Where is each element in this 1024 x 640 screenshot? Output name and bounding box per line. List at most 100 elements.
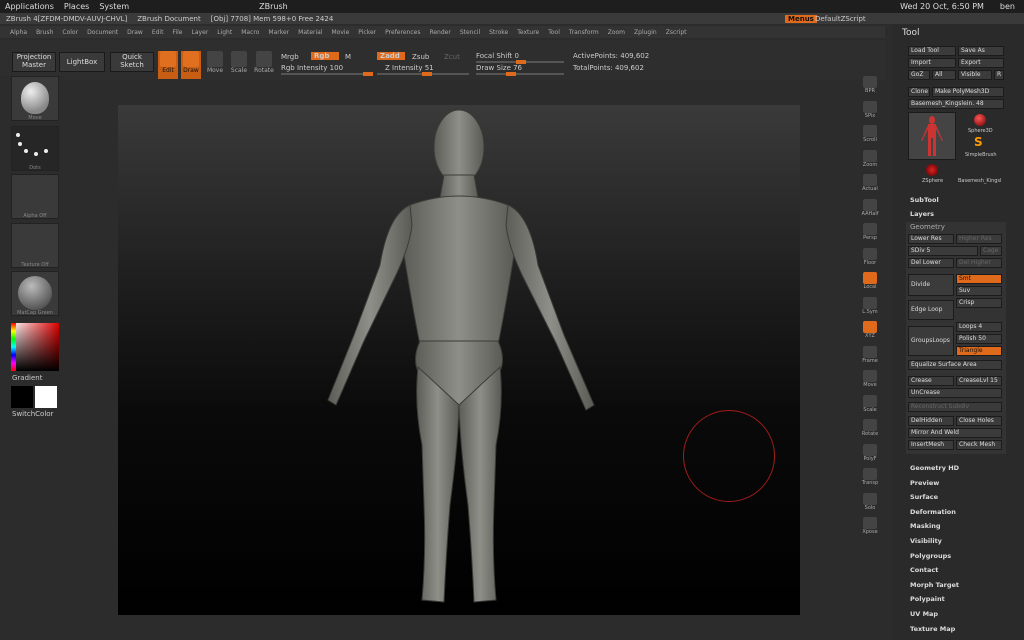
shelf-scale-button[interactable]: Scale [858, 394, 882, 417]
menu-preferences[interactable]: Preferences [385, 29, 420, 36]
shelf-frame-button[interactable]: Frame [858, 345, 882, 368]
color-picker[interactable] [11, 323, 59, 371]
insertmesh-button[interactable]: InsertMesh [908, 440, 954, 450]
crisp-button[interactable]: Crisp [956, 298, 1002, 308]
menu-marker[interactable]: Marker [268, 29, 289, 36]
zcut-button[interactable]: Zcut [444, 53, 460, 61]
material-thumbnail[interactable]: MatCap Green [11, 271, 59, 316]
section-geometry-hd[interactable]: Geometry HD [910, 464, 959, 472]
groups-loops-button[interactable]: GroupsLoops [908, 326, 954, 356]
menu-movie[interactable]: Movie [332, 29, 350, 36]
brush-thumbnail[interactable]: Move [11, 76, 59, 121]
sdiv-slider[interactable]: SDiv 5 [908, 246, 978, 256]
menu-tool[interactable]: Tool [548, 29, 560, 36]
divide-button[interactable]: Divide [908, 274, 954, 296]
clock[interactable]: Wed 20 Oct, 6:50 PM [895, 2, 989, 11]
menu-zoom[interactable]: Zoom [608, 29, 625, 36]
shelf-floor-button[interactable]: Floor [858, 247, 882, 270]
triangle-button[interactable]: Triangle [956, 346, 1002, 356]
polish-slider[interactable]: Polish 50 [956, 334, 1002, 344]
edit-button[interactable]: Edit [158, 51, 178, 79]
menu-brush[interactable]: Brush [36, 29, 53, 36]
script-label[interactable]: DefaultZScript [815, 15, 866, 23]
shelf-solo-button[interactable]: Solo [858, 492, 882, 515]
shelf-xpose-button[interactable]: Xpose [858, 517, 882, 539]
zsub-button[interactable]: Zsub [412, 53, 429, 61]
crease-level-slider[interactable]: CreaseLvl 15 [956, 376, 1002, 386]
equalize-surface-button[interactable]: Equalize Surface Area [908, 360, 1002, 370]
hue-strip[interactable] [11, 323, 16, 371]
section-surface[interactable]: Surface [910, 493, 938, 501]
menus-button[interactable]: Menus [785, 14, 817, 23]
visible-button[interactable]: Visible [958, 70, 992, 80]
menu-stroke[interactable]: Stroke [489, 29, 508, 36]
section-contact[interactable]: Contact [910, 566, 938, 574]
focal-shift-slider[interactable]: Focal Shift 0 [476, 52, 519, 60]
primary-color-swatch[interactable] [11, 386, 33, 408]
edge-loop-button[interactable]: Edge Loop [908, 300, 954, 320]
user-menu[interactable]: ben [995, 2, 1020, 11]
menu-zplugin[interactable]: Zplugin [634, 29, 657, 36]
menu-document[interactable]: Document [87, 29, 118, 36]
menu-light[interactable]: Light [217, 29, 232, 36]
smt-button[interactable]: Smt [956, 274, 1002, 284]
stroke-thumbnail[interactable]: Dots [11, 126, 59, 171]
shelf-scroll-button[interactable]: Scroll [858, 125, 882, 147]
close-holes-button[interactable]: Close Holes [956, 416, 1002, 426]
draw-size-slider[interactable]: Draw Size 76 [476, 64, 522, 72]
shelf-aahalf-button[interactable]: AAHalf [858, 198, 882, 221]
scale-button[interactable]: Scale [229, 51, 249, 79]
section-preview[interactable]: Preview [910, 479, 939, 487]
menu-macro[interactable]: Macro [241, 29, 259, 36]
menu-transform[interactable]: Transform [569, 29, 599, 36]
cage-button[interactable]: Cage [980, 246, 1002, 256]
system-menu[interactable]: System [94, 2, 134, 11]
menu-stencil[interactable]: Stencil [460, 29, 480, 36]
all-button[interactable]: All [932, 70, 956, 80]
menu-color[interactable]: Color [62, 29, 78, 36]
canvas-viewport[interactable] [118, 105, 800, 615]
rgb-button[interactable]: Rgb [311, 52, 339, 60]
check-mesh-button[interactable]: Check Mesh [956, 440, 1002, 450]
clone-button[interactable]: Clone [908, 87, 930, 97]
zadd-button[interactable]: Zadd [377, 52, 405, 60]
menu-edit[interactable]: Edit [152, 29, 164, 36]
suv-button[interactable]: Suv [956, 286, 1002, 296]
focal-shift-track[interactable] [476, 60, 564, 64]
rgb-intensity-track[interactable] [281, 72, 373, 76]
menu-file[interactable]: File [172, 29, 182, 36]
sphere3d-icon[interactable] [974, 114, 986, 126]
texture-thumbnail[interactable]: Texture Off [11, 223, 59, 268]
reconstruct-subdiv-button[interactable]: Reconstruct Subdiv [908, 402, 1002, 412]
section-masking[interactable]: Masking [910, 522, 941, 530]
section-morph-target[interactable]: Morph Target [910, 581, 959, 589]
window-button[interactable]: ZBrush [254, 2, 293, 11]
shelf-bpr-button[interactable]: BPR [858, 76, 882, 98]
applications-menu[interactable]: Applications [0, 2, 59, 11]
subtool-section[interactable]: SubTool [910, 196, 939, 204]
human-figure-model[interactable] [118, 105, 800, 615]
shelf-local-button[interactable]: Local [858, 272, 882, 294]
mirror-weld-button[interactable]: Mirror And Weld [908, 428, 1002, 438]
geometry-title[interactable]: Geometry [910, 223, 945, 231]
menu-layer[interactable]: Layer [192, 29, 209, 36]
section-polypaint[interactable]: Polypaint [910, 595, 945, 603]
shelf-lsym-button[interactable]: L.Sym [858, 296, 882, 319]
shelf-zoom-button[interactable]: Zoom [858, 149, 882, 172]
menu-zscript[interactable]: Zscript [666, 29, 687, 36]
shelf-transp-button[interactable]: Transp [858, 468, 882, 490]
draw-size-track[interactable] [476, 72, 564, 76]
section-uv-map[interactable]: UV Map [910, 610, 938, 618]
shelf-rotate-button[interactable]: Rotate [858, 419, 882, 441]
basemesh-thumbnail[interactable] [908, 112, 956, 160]
section-texture-map[interactable]: Texture Map [910, 625, 955, 633]
section-deformation[interactable]: Deformation [910, 508, 956, 516]
menu-alpha[interactable]: Alpha [10, 29, 27, 36]
shelf-spix-button[interactable]: SPix [858, 100, 882, 123]
move-button[interactable]: Move [205, 51, 225, 79]
shelf-persp-button[interactable]: Persp [858, 223, 882, 245]
shelf-xyz-button[interactable]: XYZ [858, 321, 882, 343]
import-button[interactable]: Import [908, 58, 956, 68]
goz-button[interactable]: GoZ [908, 70, 930, 80]
make-polymesh-button[interactable]: Make PolyMesh3D [932, 87, 1004, 97]
